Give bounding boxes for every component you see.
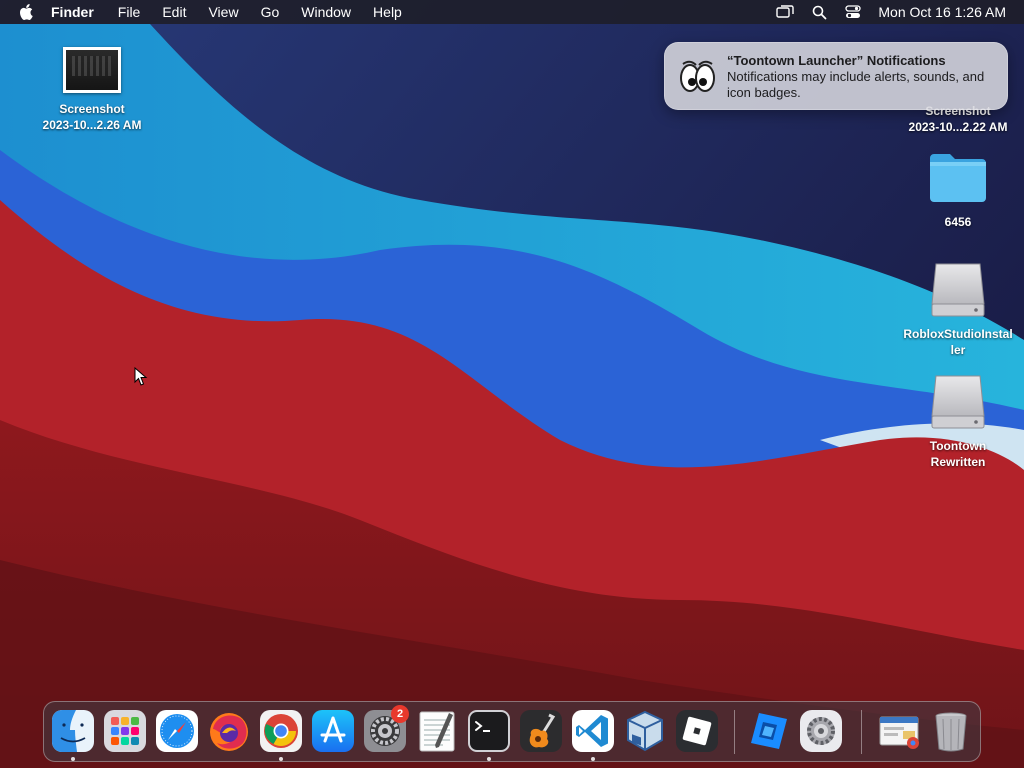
desktop-icon-label: Screenshot 2023-10...2.26 AM: [32, 101, 152, 133]
desktop-icon-toontown-rewritten[interactable]: Toontown Rewritten: [898, 370, 1018, 470]
trash-icon: [935, 712, 967, 752]
menu-view[interactable]: View: [208, 4, 238, 20]
folder-icon: [927, 148, 989, 204]
dock-roblox[interactable]: [675, 709, 719, 753]
dock: 2: [43, 701, 981, 762]
menu-app-name[interactable]: Finder: [51, 4, 94, 20]
gear-utility-icon: [800, 710, 842, 752]
menu-bar-clock[interactable]: Mon Oct 16 1:26 AM: [878, 4, 1006, 20]
app-store-icon: [312, 710, 354, 752]
terminal-icon: [468, 710, 510, 752]
menu-edit[interactable]: Edit: [162, 4, 186, 20]
toontown-eyes-icon: [677, 57, 717, 97]
dock-chrome[interactable]: [259, 709, 303, 753]
desktop-icon-roblox-installer[interactable]: RobloxStudioInstal ler: [898, 258, 1018, 358]
spotlight-search-icon[interactable]: [808, 1, 830, 23]
control-center-icon[interactable]: [842, 1, 864, 23]
finder-icon: [52, 710, 94, 752]
dock-firefox[interactable]: [207, 709, 251, 753]
desktop-icon-label: RobloxStudioInstal ler: [898, 326, 1018, 358]
textedit-icon: [419, 711, 455, 752]
running-indicator: [71, 757, 75, 761]
downloads-stack-icon: [879, 716, 919, 749]
menu-file[interactable]: File: [118, 4, 141, 20]
menu-go[interactable]: Go: [261, 4, 280, 20]
label-line-1: RobloxStudioInstal: [903, 327, 1013, 341]
label-line-2: 2023-10...2.26 AM: [42, 118, 142, 132]
dock-app-store[interactable]: [311, 709, 355, 753]
desktop-icon-label: 6456: [898, 214, 1018, 230]
dock-system-settings[interactable]: 2: [363, 705, 409, 753]
dock-trash[interactable]: [929, 709, 973, 753]
running-indicator: [487, 757, 491, 761]
menu-window[interactable]: Window: [301, 4, 351, 20]
label-line-1: Toontown: [929, 439, 987, 453]
menu-bar-status-area: Mon Oct 16 1:26 AM: [762, 0, 1006, 24]
virtualbox-icon: [627, 710, 663, 752]
label-line-1: Screenshot: [59, 102, 125, 116]
dock-launchpad[interactable]: [103, 709, 147, 753]
roblox-icon: [676, 710, 718, 752]
notification-banner[interactable]: “Toontown Launcher” Notifications Notifi…: [664, 42, 1008, 110]
label-line-2: 2023-10...2.22 AM: [908, 120, 1008, 134]
screen-mirroring-icon[interactable]: [774, 1, 796, 23]
desktop-icon-label: Toontown Rewritten: [898, 438, 1018, 470]
roblox-studio-icon: [751, 713, 787, 749]
label-line-1: 6456: [944, 215, 972, 229]
launchpad-icon: [104, 710, 146, 752]
apple-logo-icon[interactable]: [17, 2, 37, 22]
disk-image-icon: [928, 258, 988, 320]
mouse-pointer-icon: [134, 367, 148, 386]
notification-text: “Toontown Launcher” Notifications Notifi…: [727, 53, 989, 101]
dock-downloads-stack[interactable]: [877, 709, 921, 753]
firefox-icon: [210, 713, 248, 751]
notification-badge: 2: [391, 705, 409, 723]
desktop-icon-folder-6456[interactable]: 6456: [898, 148, 1018, 230]
desktop-wallpaper: [0, 0, 1024, 768]
safari-icon: [156, 710, 198, 752]
dock-garageband[interactable]: [519, 709, 563, 753]
dock-roblox-studio[interactable]: [747, 709, 791, 753]
running-indicator: [591, 757, 595, 761]
dock-separator: [734, 710, 735, 754]
dock-gear-utility[interactable]: [799, 709, 843, 753]
dock-terminal[interactable]: [467, 709, 511, 753]
screenshot-thumbnail-icon: [63, 47, 121, 93]
label-line-2: Rewritten: [930, 455, 986, 469]
dock-textedit[interactable]: [415, 709, 459, 753]
disk-image-icon: [928, 370, 988, 432]
dock-vscode[interactable]: [571, 709, 615, 753]
vscode-icon: [572, 710, 614, 752]
menu-help[interactable]: Help: [373, 4, 402, 20]
menu-bar: Finder File Edit View Go Window Help Mon…: [0, 0, 1024, 24]
chrome-icon: [260, 710, 302, 752]
garageband-icon: [520, 710, 562, 752]
notification-title: “Toontown Launcher” Notifications: [727, 53, 946, 68]
desktop-icon-screenshot-226[interactable]: Screenshot 2023-10...2.26 AM: [32, 47, 152, 133]
dock-separator: [861, 710, 862, 754]
dock-finder[interactable]: [51, 709, 95, 753]
running-indicator: [279, 757, 283, 761]
dock-safari[interactable]: [155, 709, 199, 753]
dock-virtualbox[interactable]: [623, 709, 667, 753]
label-line-2: ler: [950, 343, 966, 357]
notification-body: Notifications may include alerts, sounds…: [727, 69, 985, 100]
